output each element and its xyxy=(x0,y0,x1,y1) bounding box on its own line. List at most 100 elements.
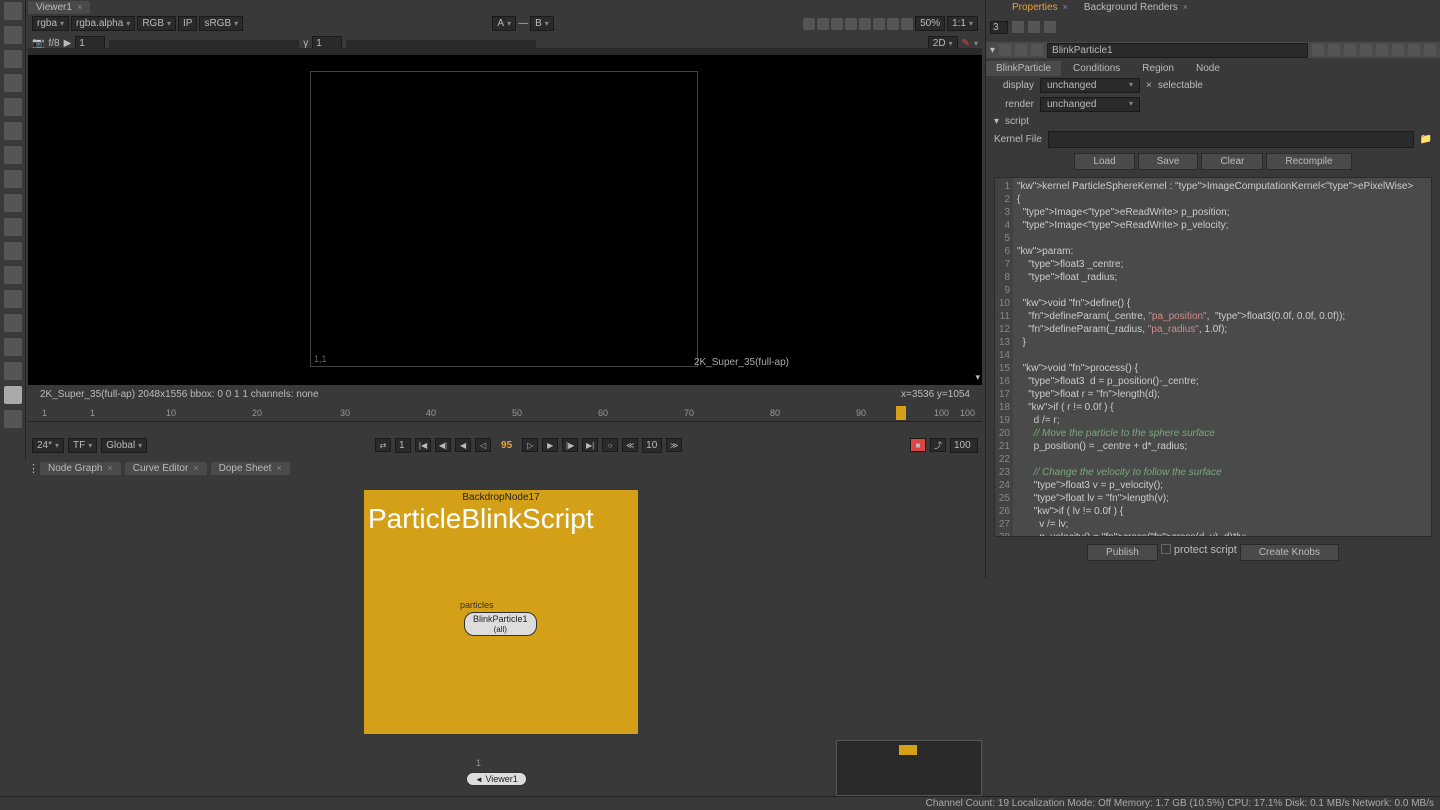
tool-color-icon[interactable] xyxy=(4,98,22,116)
save-button[interactable]: Save xyxy=(1138,153,1199,170)
timeline-ruler[interactable]: 1 1 10 20 30 40 50 60 70 80 90 100 100 xyxy=(28,406,982,422)
zoom-dropdown[interactable]: 50% xyxy=(915,16,945,31)
close-icon[interactable]: × xyxy=(193,463,198,473)
playhead[interactable] xyxy=(896,406,906,420)
scope-dropdown[interactable]: Global▾ xyxy=(101,438,147,453)
loop-button[interactable]: ○ xyxy=(602,438,618,452)
clear-icon[interactable] xyxy=(1044,21,1056,33)
play-button[interactable]: ▶ xyxy=(542,438,558,452)
tool-toolsets-icon[interactable] xyxy=(4,338,22,356)
display-dropdown[interactable]: unchanged▾ xyxy=(1040,78,1140,93)
tool-merge-icon[interactable] xyxy=(4,170,22,188)
viewer-opt1-icon[interactable] xyxy=(803,18,815,30)
gamma-slider[interactable] xyxy=(109,40,299,48)
gain-slider[interactable] xyxy=(346,40,536,48)
play-rev-button[interactable]: ◀ xyxy=(455,438,471,452)
tab-curve-editor[interactable]: Curve Editor× xyxy=(125,462,207,475)
colorspace-dropdown[interactable]: RGB▾ xyxy=(137,16,176,31)
kernel-file-input[interactable] xyxy=(1048,131,1414,148)
render-dropdown[interactable]: unchanged▾ xyxy=(1040,97,1140,112)
tf-dropdown[interactable]: TF▾ xyxy=(68,438,97,453)
step-fwd-button[interactable]: ▷ xyxy=(522,438,538,452)
tool-channel-icon[interactable] xyxy=(4,74,22,92)
srgb-dropdown[interactable]: sRGB▾ xyxy=(199,16,243,31)
close-icon[interactable]: × xyxy=(1063,2,1068,12)
recompile-button[interactable]: Recompile xyxy=(1266,153,1351,170)
tool-time-icon[interactable] xyxy=(4,50,22,68)
expand-icon[interactable]: ▾ xyxy=(994,116,999,127)
hdr-icon-4[interactable] xyxy=(1360,44,1372,56)
tool-deep-icon[interactable] xyxy=(4,266,22,284)
lock-icon[interactable] xyxy=(1012,21,1024,33)
viewer-canvas-area[interactable]: 1,1 2K_Super_35(full-ap) ▾ xyxy=(28,55,982,385)
loop-out-input[interactable] xyxy=(642,438,662,453)
ratio-dropdown[interactable]: 1:1▾ xyxy=(947,16,978,31)
loop-in-input[interactable] xyxy=(395,438,411,453)
export-icon[interactable]: ⤴ xyxy=(930,438,946,452)
x-icon[interactable]: × xyxy=(1146,80,1152,91)
viewer-opt3-icon[interactable] xyxy=(831,18,843,30)
publish-button[interactable]: Publish xyxy=(1087,544,1158,561)
tab-viewer1[interactable]: Viewer1 × xyxy=(28,1,90,14)
close-icon[interactable]: × xyxy=(107,463,112,473)
tab-node[interactable]: Node xyxy=(1186,61,1230,76)
viewer-opt5-icon[interactable] xyxy=(859,18,871,30)
edit-icon[interactable] xyxy=(1031,44,1043,56)
slot-a-dropdown[interactable]: A▾ xyxy=(492,16,516,31)
chevron-down-icon[interactable]: ▾ xyxy=(974,39,978,48)
tool-all-icon[interactable] xyxy=(4,386,22,404)
prev-key-button[interactable]: ◀| xyxy=(435,438,451,452)
protect-checkbox[interactable] xyxy=(1161,544,1171,554)
cache-button[interactable]: ■ xyxy=(910,438,926,452)
center-icon[interactable] xyxy=(999,44,1011,56)
viewer-opt7-icon[interactable] xyxy=(887,18,899,30)
hdr-icon-1[interactable] xyxy=(1312,44,1324,56)
blinkparticle-node[interactable]: BlinkParticle1 (all) xyxy=(464,612,537,636)
tool-image-icon[interactable] xyxy=(4,2,22,20)
minimap[interactable] xyxy=(836,740,982,796)
collapse-icon[interactable]: ▾ xyxy=(975,372,980,383)
float-icon[interactable] xyxy=(1408,44,1420,56)
color-icon[interactable] xyxy=(1015,44,1027,56)
next-key-button[interactable]: |▶ xyxy=(562,438,578,452)
alpha-dropdown[interactable]: rgba.alpha▾ xyxy=(71,16,135,31)
skip-fwd-button[interactable]: ≫ xyxy=(666,438,682,452)
hdr-icon-2[interactable] xyxy=(1328,44,1340,56)
ip-dropdown[interactable]: IP xyxy=(178,16,197,31)
code-editor[interactable]: 1234567891011121314151617181920212223242… xyxy=(994,177,1432,537)
fps-dropdown[interactable]: 24*▾ xyxy=(32,438,64,453)
tool-extra-icon[interactable] xyxy=(4,410,22,428)
clear-button[interactable]: Clear xyxy=(1201,153,1263,170)
node-graph[interactable]: BackdropNode17 ParticleBlinkScript parti… xyxy=(28,478,982,796)
close-icon[interactable]: × xyxy=(276,463,281,473)
close-icon[interactable]: × xyxy=(1183,2,1188,12)
load-button[interactable]: Load xyxy=(1074,153,1134,170)
node-name-input[interactable] xyxy=(1047,43,1308,58)
handle-icon[interactable]: ⋮ xyxy=(28,462,38,475)
tab-conditions[interactable]: Conditions xyxy=(1063,61,1130,76)
viewer-opt4-icon[interactable] xyxy=(845,18,857,30)
viewer-opt6-icon[interactable] xyxy=(873,18,885,30)
first-frame-button[interactable]: |◀ xyxy=(415,438,431,452)
channels-dropdown[interactable]: rgba▾ xyxy=(32,16,69,31)
trash-icon[interactable] xyxy=(1028,21,1040,33)
slot-b-dropdown[interactable]: B▾ xyxy=(530,16,554,31)
hdr-icon-3[interactable] xyxy=(1344,44,1356,56)
lock-icon[interactable]: ⇄ xyxy=(375,438,391,452)
tool-particles-icon[interactable] xyxy=(4,242,22,260)
range-end-input[interactable] xyxy=(950,438,978,453)
code-content[interactable]: "kw">kernel ParticleSphereKernel : "type… xyxy=(1013,178,1431,536)
viewer-opt2-icon[interactable] xyxy=(817,18,829,30)
props-count-input[interactable] xyxy=(990,21,1008,34)
step-back-button[interactable]: ◁ xyxy=(475,438,491,452)
tab-region[interactable]: Region xyxy=(1132,61,1184,76)
create-knobs-button[interactable]: Create Knobs xyxy=(1240,544,1339,561)
tool-views-icon[interactable] xyxy=(4,290,22,308)
tab-node-graph[interactable]: Node Graph× xyxy=(40,462,121,475)
tool-transform-icon[interactable] xyxy=(4,194,22,212)
backdrop-node[interactable]: BackdropNode17 ParticleBlinkScript parti… xyxy=(364,490,638,734)
skip-back-button[interactable]: ≪ xyxy=(622,438,638,452)
tool-other-icon[interactable] xyxy=(4,362,22,380)
tab-properties[interactable]: Properties× xyxy=(1004,1,1076,14)
hdr-icon-5[interactable] xyxy=(1376,44,1388,56)
